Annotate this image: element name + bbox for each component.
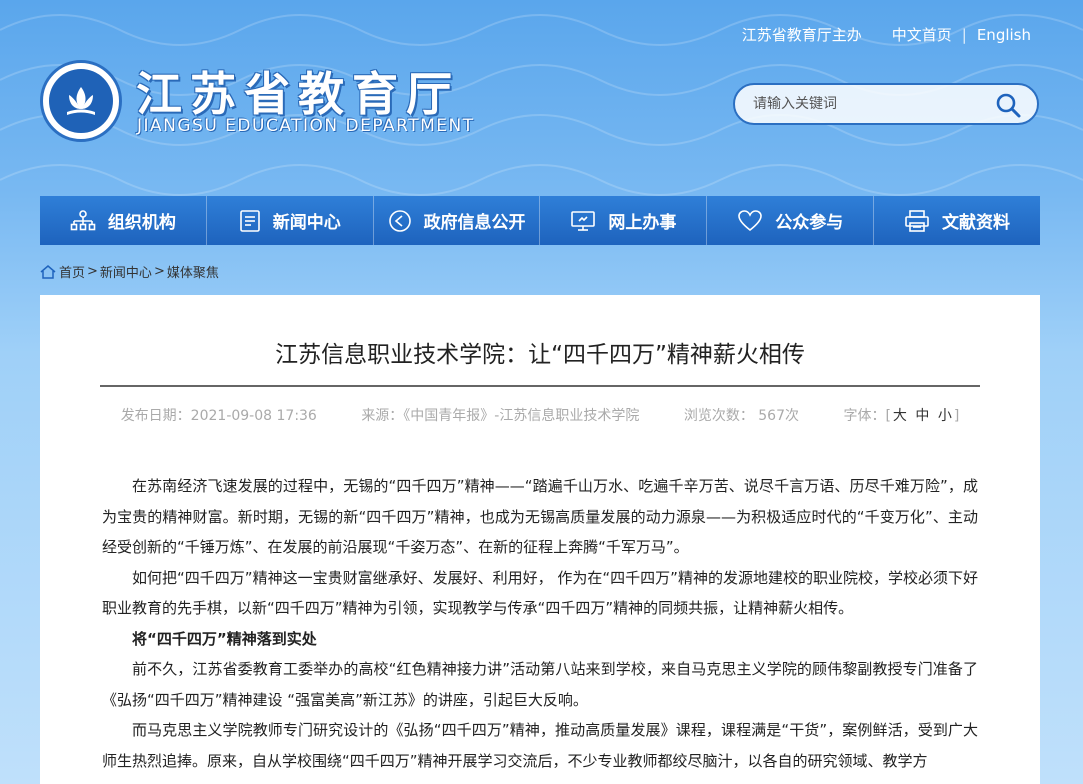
home-icon	[40, 264, 56, 279]
cn-home-link[interactable]: 中文首页	[892, 24, 952, 45]
site-header: 江苏省教育厅主办 中文首页 | English 江苏省教育厅 JIANGSU E…	[0, 0, 1083, 195]
monitor-icon	[571, 210, 596, 231]
site-title-cn: 江苏省教育厅	[136, 67, 460, 121]
english-link[interactable]: English	[977, 26, 1031, 44]
article-paragraph: 如何把“四千四万”精神这一宝贵财富继承好、发展好、利用好， 作为在“四千四万”精…	[102, 568, 978, 618]
publish-date: 发布日期：2021-09-08 17:36	[120, 408, 317, 424]
top-links: 江苏省教育厅主办 中文首页 | English	[742, 24, 1031, 45]
link-separator: |	[961, 25, 967, 44]
nav-label-gov-info: 政府信息公开	[423, 213, 526, 233]
search-icon[interactable]	[995, 92, 1021, 118]
article-paragraph: 前不久，江苏省委教育工委举办的高校“红色精神接力讲”活动第八站来到学校，来自马克…	[102, 660, 978, 709]
nav-item-org[interactable]: 组织机构	[40, 196, 207, 245]
font-size-control: 字体：[大 中 小]	[843, 408, 960, 424]
breadcrumb-home[interactable]: 首页	[59, 262, 85, 281]
nav-label-org: 组织机构	[107, 213, 176, 233]
host-text: 江苏省教育厅主办	[741, 26, 862, 44]
org-chart-icon	[70, 209, 96, 230]
breadcrumb-current[interactable]: 媒体聚焦	[167, 262, 219, 281]
search-input[interactable]	[753, 96, 973, 112]
article-body: 在苏南经济飞速发展的过程中，无锡的“四千四万”精神——“踏遍千山万水、吃遍千辛万…	[102, 471, 978, 776]
nav-item-gov-info[interactable]: 政府信息公开	[374, 196, 541, 245]
article-paragraph: 在苏南经济飞速发展的过程中，无锡的“四千四万”精神——“踏遍千山万水、吃遍千辛万…	[102, 477, 978, 556]
nav-label-documents: 文献资料	[942, 213, 1011, 233]
article-meta: 发布日期：2021-09-08 17:36 来源：《中国青年报》-江苏信息职业技…	[100, 405, 980, 427]
nav-item-documents[interactable]: 文献资料	[874, 196, 1040, 245]
breadcrumb-news[interactable]: 新闻中心	[100, 262, 152, 281]
nav-item-public-participation[interactable]: 公众参与	[707, 196, 875, 245]
heart-icon	[738, 209, 763, 231]
article-source: 来源：《中国青年报》-江苏信息职业技术学院	[361, 408, 640, 424]
nav-item-news[interactable]: 新闻中心	[207, 196, 374, 245]
article-title: 江苏信息职业技术学院：让“四千四万”精神薪火相传	[275, 342, 805, 368]
main-nav: 组织机构 新闻中心 政府信息公开 网上办事 公众参与 文献资料	[40, 196, 1040, 245]
view-count: 浏览次数： 567次	[683, 408, 799, 424]
nav-label-online-service: 网上办事	[608, 213, 677, 233]
breadcrumb: 首页 > 新闻中心 > 媒体聚焦	[40, 262, 219, 281]
site-logo[interactable]	[40, 60, 122, 142]
title-divider	[100, 385, 980, 387]
article-subheading: 将“四千四万”精神落到实处	[132, 629, 317, 648]
breadcrumb-gt: >	[153, 264, 165, 279]
play-circle-icon	[388, 209, 411, 232]
printer-icon	[905, 209, 929, 232]
breadcrumb-gt: >	[87, 264, 98, 279]
lotus-book-icon	[67, 87, 95, 115]
nav-label-news: 新闻中心	[272, 213, 341, 233]
font-small-button[interactable]: 小	[938, 408, 952, 424]
nav-label-public-participation: 公众参与	[775, 213, 844, 233]
search-box	[733, 83, 1039, 125]
article-container: 江苏信息职业技术学院：让“四千四万”精神薪火相传 发布日期：2021-09-08…	[40, 295, 1040, 784]
article-paragraph: 而马克思主义学院教师专门研究设计的《弘扬“四千四万”精神，推动高质量发展》课程，…	[102, 721, 978, 770]
font-large-button[interactable]: 大	[893, 408, 907, 424]
site-title-en: JIANGSU EDUCATION DEPARTMENT	[137, 116, 475, 136]
nav-item-online-service[interactable]: 网上办事	[540, 196, 708, 245]
document-icon	[239, 209, 260, 232]
font-medium-button[interactable]: 中	[915, 408, 929, 424]
